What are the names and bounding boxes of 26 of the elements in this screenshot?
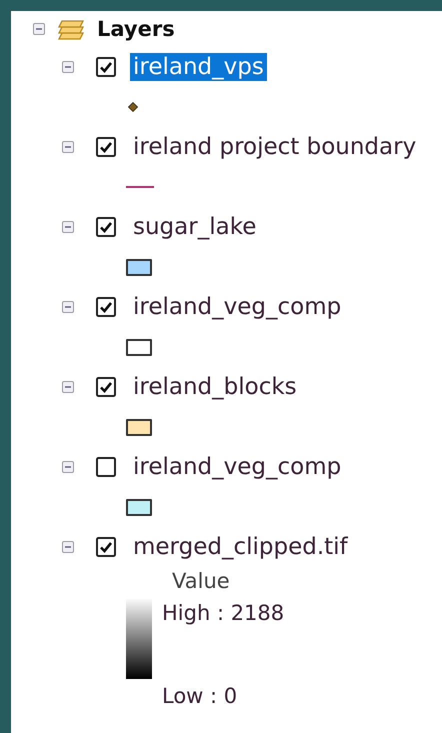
collapse-icon[interactable] (62, 301, 74, 313)
layer-name[interactable]: sugar_lake (130, 213, 260, 241)
checkbox[interactable] (96, 137, 116, 157)
checkbox[interactable] (96, 57, 116, 77)
legend-label: Low : 0 (162, 684, 238, 708)
panel-title: Layers (97, 17, 175, 41)
collapse-icon[interactable] (62, 461, 74, 473)
collapse-icon[interactable] (62, 541, 74, 553)
collapse-icon[interactable] (62, 221, 74, 233)
collapse-icon[interactable] (33, 23, 45, 35)
layer-name[interactable]: ireland_veg_comp (130, 453, 344, 481)
layer-name[interactable]: ireland_veg_comp (130, 293, 344, 321)
checkbox[interactable] (96, 537, 116, 557)
checkbox[interactable] (96, 377, 116, 397)
layer-name[interactable]: ireland_blocks (130, 373, 300, 401)
layer-name[interactable]: ireland project boundary (130, 133, 420, 161)
legend-label: High : 2188 (162, 601, 284, 625)
collapse-icon[interactable] (62, 141, 74, 153)
legend-heading: Value (171, 569, 231, 593)
collapse-icon[interactable] (62, 61, 74, 73)
checkbox[interactable] (96, 457, 116, 477)
collapse-icon[interactable] (62, 381, 74, 393)
layer-name[interactable]: merged_clipped.tif (130, 533, 351, 561)
checkbox[interactable] (96, 297, 116, 317)
checkbox[interactable] (96, 217, 116, 237)
layer-name[interactable]: ireland_vps (130, 53, 267, 81)
